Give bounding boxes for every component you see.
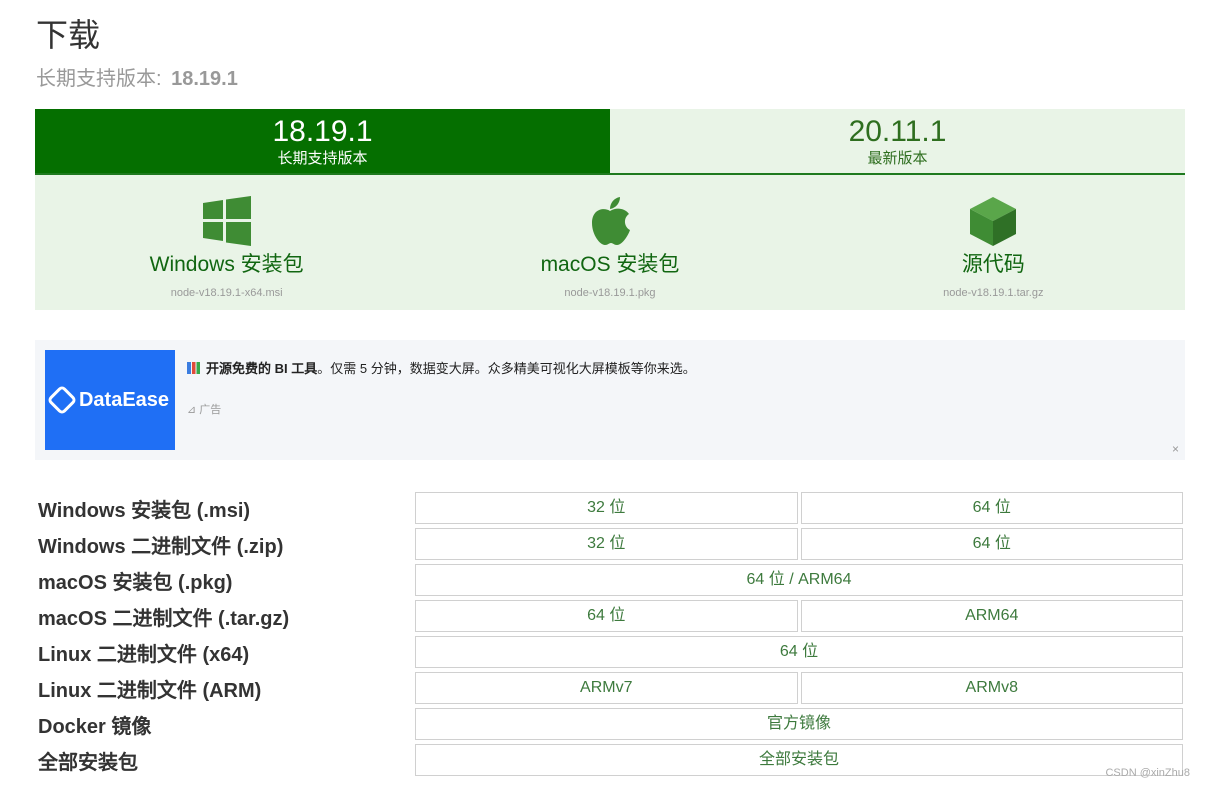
download-link[interactable]: 64 位 bbox=[800, 528, 1183, 560]
download-link[interactable]: 64 位 bbox=[415, 600, 798, 632]
ad-tag: ⊿ 广告 bbox=[187, 404, 222, 416]
table-row: Windows 二进制文件 (.zip) 32 位 64 位 bbox=[0, 526, 1208, 562]
table-row: macOS 安装包 (.pkg) 64 位 / ARM64 bbox=[0, 562, 1208, 598]
download-table: Windows 安装包 (.msi) 32 位 64 位 Windows 二进制… bbox=[0, 490, 1208, 778]
download-name: macOS 安装包 bbox=[540, 253, 680, 276]
download-file: node-v18.19.1.tar.gz bbox=[943, 287, 1044, 299]
download-link[interactable]: ARMv7 bbox=[415, 672, 798, 704]
download-link[interactable]: ARMv8 bbox=[800, 672, 1183, 704]
download-link[interactable]: 32 位 bbox=[415, 528, 798, 560]
row-label: macOS 二进制文件 (.tar.gz) bbox=[38, 608, 290, 630]
download-panel: Windows 安装包 node-v18.19.1-x64.msi macOS … bbox=[35, 175, 1185, 310]
tab-lts[interactable]: 18.19.1 长期支持版本 bbox=[35, 109, 610, 173]
ad-logo-text: DataEase bbox=[78, 388, 170, 411]
table-row: Linux 二进制文件 (x64) 64 位 bbox=[0, 634, 1208, 670]
download-link[interactable]: 官方镜像 bbox=[415, 708, 1183, 740]
row-label: Windows 二进制文件 (.zip) bbox=[38, 536, 284, 558]
download-link[interactable]: 全部安装包 bbox=[415, 744, 1183, 776]
download-link[interactable]: 64 位 bbox=[415, 636, 1183, 668]
download-link[interactable]: 64 位 bbox=[800, 492, 1183, 524]
table-row: Windows 安装包 (.msi) 32 位 64 位 bbox=[0, 490, 1208, 526]
lts-prefix: 长期支持版本: bbox=[36, 68, 162, 90]
table-row: Docker 镜像 官方镜像 bbox=[0, 706, 1208, 742]
windows-icon bbox=[202, 196, 251, 246]
table-row: macOS 二进制文件 (.tar.gz) 64 位 ARM64 bbox=[0, 598, 1208, 634]
version-tabs: 18.19.1 长期支持版本 20.11.1 最新版本 bbox=[35, 109, 1185, 175]
ad-close-button[interactable]: × bbox=[1172, 442, 1179, 456]
tab-version: 20.11.1 bbox=[848, 115, 947, 148]
ad-headline-rest: 。仅需 5 分钟，数据变大屏。众多精美可视化大屏模板等你来选。 bbox=[317, 361, 696, 376]
ad-headline: 开源免费的 BI 工具。仅需 5 分钟，数据变大屏。众多精美可视化大屏模板等你来… bbox=[187, 358, 696, 377]
tab-current[interactable]: 20.11.1 最新版本 bbox=[610, 109, 1185, 173]
row-label: Windows 安装包 (.msi) bbox=[38, 500, 251, 522]
download-file: node-v18.19.1.pkg bbox=[564, 287, 656, 299]
download-name: Windows 安装包 bbox=[149, 253, 304, 276]
apple-icon bbox=[591, 197, 630, 245]
table-row: 全部安装包 全部安装包 bbox=[0, 742, 1208, 778]
download-windows[interactable]: Windows 安装包 node-v18.19.1-x64.msi bbox=[35, 175, 418, 310]
download-file: node-v18.19.1-x64.msi bbox=[170, 287, 283, 299]
dataease-logo-icon bbox=[46, 384, 78, 416]
download-name: 源代码 bbox=[961, 253, 1025, 276]
row-label: Linux 二进制文件 (ARM) bbox=[38, 680, 262, 702]
table-row: Linux 二进制文件 (ARM) ARMv7 ARMv8 bbox=[0, 670, 1208, 706]
tab-label: 长期支持版本 bbox=[277, 150, 368, 167]
download-link[interactable]: 32 位 bbox=[415, 492, 798, 524]
lts-subtitle: 长期支持版本: 18.19.1 bbox=[36, 62, 238, 91]
source-box-icon bbox=[970, 197, 1017, 246]
bar-chart-icon bbox=[187, 362, 200, 374]
download-macos[interactable]: macOS 安装包 node-v18.19.1.pkg bbox=[418, 175, 801, 310]
row-label: macOS 安装包 (.pkg) bbox=[38, 572, 233, 594]
ad-logo: DataEase bbox=[45, 350, 175, 450]
page-title: 下载 bbox=[36, 17, 101, 53]
ad-banner[interactable]: DataEase 开源免费的 BI 工具。仅需 5 分钟，数据变大屏。众多精美可… bbox=[35, 340, 1185, 460]
tab-label: 最新版本 bbox=[867, 150, 928, 167]
row-label: Linux 二进制文件 (x64) bbox=[38, 644, 250, 666]
ad-tag-label: 广告 bbox=[199, 404, 222, 416]
row-label: Docker 镜像 bbox=[38, 716, 152, 738]
tab-version: 18.19.1 bbox=[272, 115, 373, 148]
download-source[interactable]: 源代码 node-v18.19.1.tar.gz bbox=[802, 175, 1185, 310]
ad-headline-bold: 开源免费的 BI 工具 bbox=[206, 361, 318, 376]
lts-version: 18.19.1 bbox=[171, 68, 238, 90]
download-link[interactable]: 64 位 / ARM64 bbox=[415, 564, 1183, 596]
row-label: 全部安装包 bbox=[38, 752, 138, 774]
download-link[interactable]: ARM64 bbox=[800, 600, 1183, 632]
watermark: CSDN @xinZhu8 bbox=[1105, 767, 1190, 779]
